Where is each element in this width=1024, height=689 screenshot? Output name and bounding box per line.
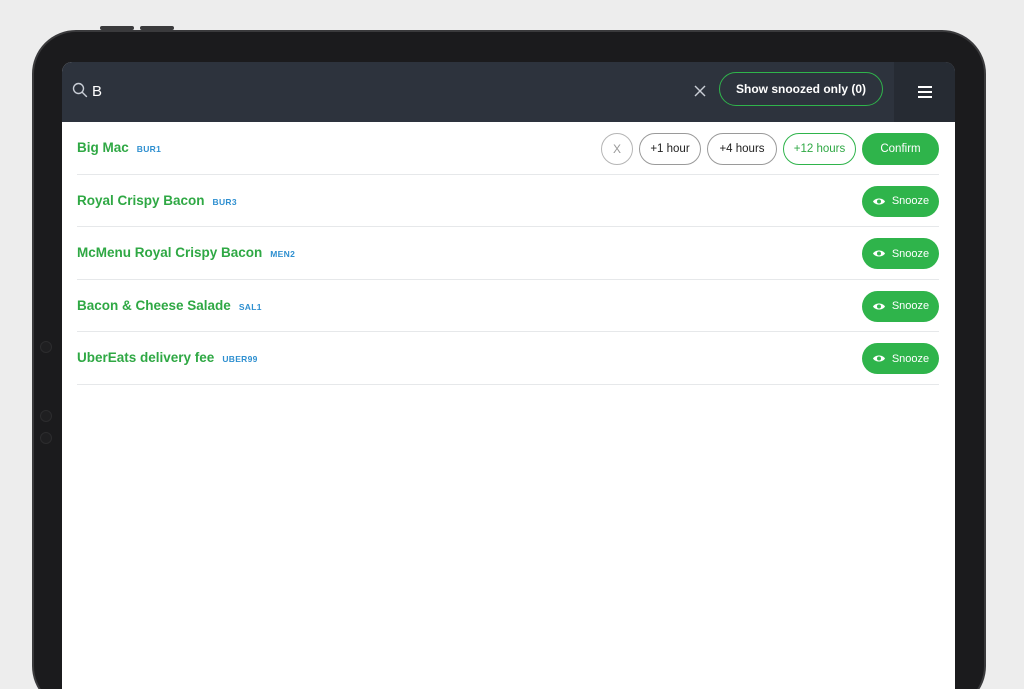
confirm-button[interactable]: Confirm (862, 133, 939, 165)
item-title: UberEats delivery fee (77, 350, 215, 365)
eye-icon (872, 250, 885, 257)
tablet-side-sensor (40, 410, 52, 422)
list-item: UberEats delivery fee UBER99 Snooze (77, 332, 939, 385)
product-list: Big Mac BUR1 X +1 hour +4 hours +12 hours… (77, 122, 939, 385)
list-item: Bacon & Cheese Salade SAL1 Snooze (77, 280, 939, 332)
app-screen: Show snoozed only (0) Big Mac BUR1 X +1 h… (62, 62, 955, 689)
item-actions: Snooze (862, 185, 939, 217)
item-name: Royal Crispy Bacon BUR3 (77, 193, 237, 208)
item-actions: Snooze (862, 238, 939, 269)
menu-button[interactable] (894, 62, 955, 122)
cancel-snooze-button[interactable]: X (601, 133, 633, 165)
snooze-button[interactable]: Snooze (862, 238, 939, 269)
search-input[interactable] (92, 79, 652, 103)
search-bar: Show snoozed only (0) (62, 62, 955, 122)
snooze-4-hours-button[interactable]: +4 hours (707, 133, 777, 165)
item-name: Bacon & Cheese Salade SAL1 (77, 298, 262, 313)
item-name: Big Mac BUR1 (77, 140, 161, 155)
tablet-side-sensor (40, 341, 52, 353)
snooze-1-hour-button[interactable]: +1 hour (639, 133, 701, 165)
item-code: BUR3 (212, 196, 237, 207)
snooze-label: Snooze (891, 247, 930, 260)
tablet-top-button (140, 26, 174, 30)
snooze-button[interactable]: Snooze (862, 185, 939, 217)
tablet-top-button (100, 26, 134, 30)
snooze-label: Snooze (891, 195, 930, 207)
snooze-options: X +1 hour +4 hours +12 hours Confirm (601, 133, 939, 165)
hamburger-menu-icon (917, 86, 932, 98)
snooze-12-hours-button[interactable]: +12 hours (783, 133, 856, 165)
item-code: SAL1 (238, 301, 262, 312)
eye-icon (872, 355, 885, 362)
list-item: Royal Crispy Bacon BUR3 Snooze (77, 175, 939, 227)
snooze-button[interactable]: Snooze (862, 290, 939, 322)
search-icon (72, 82, 88, 98)
item-title: Royal Crispy Bacon (77, 192, 205, 208)
show-snoozed-only-button[interactable]: Show snoozed only (0) (719, 72, 883, 106)
eye-icon (872, 303, 885, 309)
item-title: McMenu Royal Crispy Bacon (77, 245, 263, 260)
snooze-label: Snooze (891, 352, 930, 365)
item-title: Bacon & Cheese Salade (77, 297, 231, 313)
item-actions: Snooze (862, 290, 939, 322)
item-name: UberEats delivery fee UBER99 (77, 350, 258, 365)
item-code: UBER99 (222, 354, 258, 364)
eye-icon (872, 198, 885, 204)
snooze-button[interactable]: Snooze (862, 343, 939, 374)
snooze-label: Snooze (891, 300, 930, 312)
item-code: MEN2 (270, 249, 296, 259)
item-title: Big Mac (77, 140, 129, 155)
close-icon[interactable] (693, 84, 707, 98)
list-item: McMenu Royal Crispy Bacon MEN2 Snooze (77, 227, 939, 280)
item-code: BUR1 (136, 144, 162, 154)
tablet-side-sensor (40, 432, 52, 444)
item-actions: Snooze (862, 343, 939, 374)
item-name: McMenu Royal Crispy Bacon MEN2 (77, 245, 295, 260)
list-item: Big Mac BUR1 X +1 hour +4 hours +12 hours… (77, 122, 939, 175)
